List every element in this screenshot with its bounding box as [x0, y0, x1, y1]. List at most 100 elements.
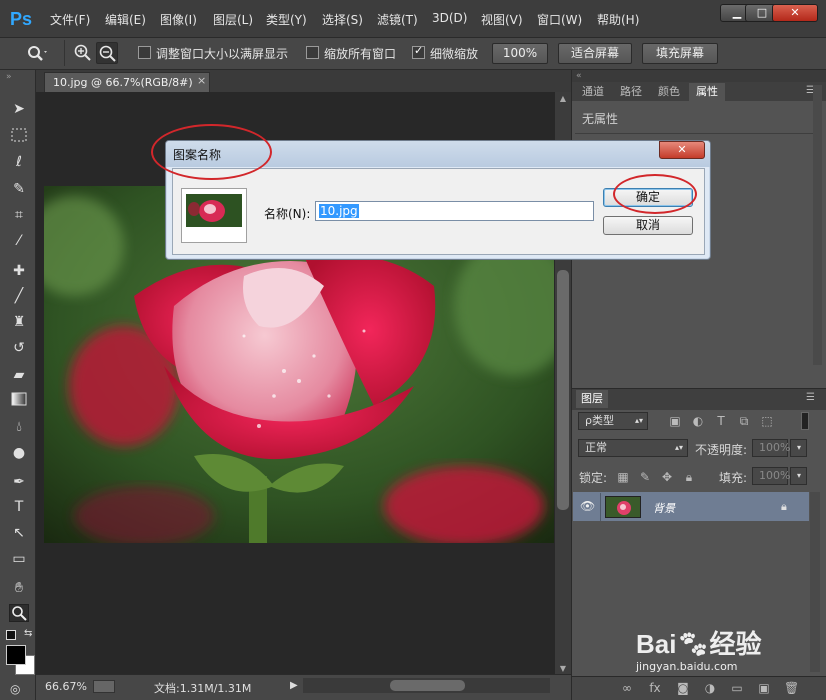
new-layer-icon[interactable]: ▣: [757, 681, 771, 695]
quick-mask-icon[interactable]: ◎: [10, 682, 26, 696]
status-menu-arrow-icon[interactable]: ▶: [290, 680, 298, 691]
fill-screen-button[interactable]: 填充屏幕: [642, 43, 718, 64]
gradient-tool-icon[interactable]: [9, 392, 29, 410]
menu-help[interactable]: 帮助(H): [597, 11, 639, 28]
layers-scrollbar[interactable]: [810, 492, 820, 672]
blend-mode-dropdown[interactable]: 正常 ▴▾: [578, 439, 688, 457]
zoom-all-windows-checkbox[interactable]: [306, 46, 319, 59]
add-mask-icon[interactable]: ◙: [676, 681, 690, 695]
filter-pixel-icon[interactable]: ▣: [668, 414, 682, 428]
pen-tool-icon[interactable]: ✒: [9, 473, 29, 491]
fill-input[interactable]: 100%: [752, 467, 790, 485]
lock-image-pixels-icon[interactable]: ✎: [638, 470, 652, 484]
menu-type[interactable]: 类型(Y): [266, 11, 307, 28]
history-brush-tool-icon[interactable]: ↺: [9, 339, 29, 357]
new-adjustment-layer-icon[interactable]: ◑: [703, 681, 717, 695]
opacity-input[interactable]: 100%: [752, 439, 790, 457]
eyedropper-tool-icon[interactable]: ⁄: [9, 232, 29, 250]
swap-colors-icon[interactable]: ⇆: [24, 628, 32, 639]
menu-view[interactable]: 视图(V): [481, 11, 523, 28]
pattern-preview: [181, 188, 247, 243]
tab-layers[interactable]: 图层: [576, 390, 608, 408]
lock-all-icon[interactable]: 🔒︎: [682, 470, 696, 484]
scroll-up-icon[interactable]: ▲: [557, 94, 569, 104]
opacity-dropdown-icon[interactable]: ▾: [790, 439, 807, 457]
fill-dropdown-icon[interactable]: ▾: [790, 467, 807, 485]
blur-tool-icon[interactable]: 💧︎: [9, 418, 29, 436]
tab-paths[interactable]: 路径: [614, 83, 648, 101]
hand-tool-icon[interactable]: ✋︎: [9, 579, 29, 597]
foreground-color-swatch[interactable]: [6, 645, 26, 665]
zoom-level[interactable]: 66.67%: [45, 680, 87, 693]
menu-layer[interactable]: 图层(L): [213, 11, 253, 28]
filter-adjustment-icon[interactable]: ◐: [691, 414, 705, 428]
crop-tool-icon[interactable]: ⌗: [9, 206, 29, 224]
tab-channels[interactable]: 通道: [576, 83, 610, 101]
move-tool-icon[interactable]: ➤: [9, 100, 29, 118]
filter-shape-icon[interactable]: ⧉: [737, 414, 751, 428]
horizontal-scroll-thumb[interactable]: [390, 680, 465, 691]
pattern-name-value: 10.jpg: [319, 204, 359, 218]
lock-transparent-icon[interactable]: ▦: [616, 470, 630, 484]
highlight-ring-dialog-title: [151, 124, 272, 180]
panel-dock-header: [572, 70, 826, 82]
name-field-label: 名称(N):: [264, 207, 311, 221]
lock-position-icon[interactable]: ✥: [660, 470, 674, 484]
layer-style-fx-icon[interactable]: fx: [648, 681, 662, 695]
panel-expand-icon[interactable]: «: [576, 71, 582, 81]
menu-edit[interactable]: 编辑(E): [105, 11, 146, 28]
filter-toggle-switch[interactable]: [801, 412, 809, 430]
zoom-in-icon[interactable]: [73, 43, 93, 63]
zoom-out-icon[interactable]: [96, 42, 118, 64]
menu-filter[interactable]: 滤镜(T): [377, 11, 418, 28]
resize-windows-label: 调整窗口大小以满屏显示: [156, 47, 289, 61]
layers-panel-menu-icon[interactable]: ☰: [806, 392, 815, 403]
lock-label: 锁定:: [579, 471, 608, 485]
link-layers-icon[interactable]: ∞: [620, 681, 634, 695]
status-bar-preview-icon[interactable]: [93, 680, 115, 693]
cancel-button[interactable]: 取消: [603, 216, 693, 235]
menu-file[interactable]: 文件(F): [50, 11, 90, 28]
eraser-tool-icon[interactable]: ▰: [9, 366, 29, 384]
layer-filter-kind-dropdown[interactable]: ρ类型 ▴▾: [578, 412, 648, 430]
zoom-tool-preset-icon[interactable]: [26, 44, 48, 64]
brush-tool-icon[interactable]: ╱: [9, 287, 29, 305]
rectangle-tool-icon[interactable]: ▭: [9, 550, 29, 568]
default-colors-icon[interactable]: [6, 630, 16, 640]
tab-properties[interactable]: 属性: [689, 83, 725, 101]
document-tab[interactable]: 10.jpg @ 66.7%(RGB/8#): [44, 72, 210, 92]
pattern-name-input[interactable]: 10.jpg: [315, 201, 594, 221]
dialog-close-button[interactable]: ✕: [659, 141, 705, 159]
new-group-icon[interactable]: ▭: [730, 681, 744, 695]
path-selection-tool-icon[interactable]: ↖: [9, 524, 29, 542]
menu-select[interactable]: 选择(S): [322, 11, 363, 28]
close-window-button[interactable]: ✕: [772, 4, 818, 22]
opacity-label: 不透明度:: [695, 443, 748, 457]
vertical-scroll-thumb[interactable]: [557, 270, 569, 510]
zoom-tool-icon[interactable]: [9, 604, 29, 622]
tab-color[interactable]: 颜色: [652, 83, 686, 101]
layer-name[interactable]: 背景: [653, 500, 675, 516]
healing-brush-tool-icon[interactable]: ✚: [9, 262, 29, 280]
zoom-100-button[interactable]: 100%: [492, 43, 548, 64]
resize-windows-checkbox[interactable]: [138, 46, 151, 59]
type-tool-icon[interactable]: T: [9, 498, 29, 516]
delete-layer-icon[interactable]: 🗑︎: [784, 681, 799, 695]
menu-3d[interactable]: 3D(D): [432, 11, 467, 25]
fit-screen-button[interactable]: 适合屏幕: [558, 43, 632, 64]
filter-smart-object-icon[interactable]: ⬚: [760, 414, 774, 428]
filter-type-icon[interactable]: T: [714, 414, 728, 428]
layer-visibility-eye-icon[interactable]: 👁︎: [580, 499, 596, 513]
clone-stamp-tool-icon[interactable]: ♜: [9, 313, 29, 331]
menu-window[interactable]: 窗口(W): [537, 11, 582, 28]
document-tab-close-icon[interactable]: ×: [197, 74, 206, 87]
scrubby-zoom-checkbox[interactable]: [412, 44, 425, 59]
menu-image[interactable]: 图像(I): [160, 11, 197, 28]
marquee-tool-icon[interactable]: [9, 128, 29, 146]
scroll-down-icon[interactable]: ▼: [557, 664, 569, 674]
lasso-tool-icon[interactable]: ℓ: [9, 153, 29, 171]
properties-scrollbar[interactable]: [813, 85, 822, 365]
quick-selection-tool-icon[interactable]: ✎: [9, 180, 29, 198]
collapse-arrows-icon[interactable]: »: [0, 72, 36, 82]
dodge-tool-icon[interactable]: ●: [9, 444, 29, 462]
